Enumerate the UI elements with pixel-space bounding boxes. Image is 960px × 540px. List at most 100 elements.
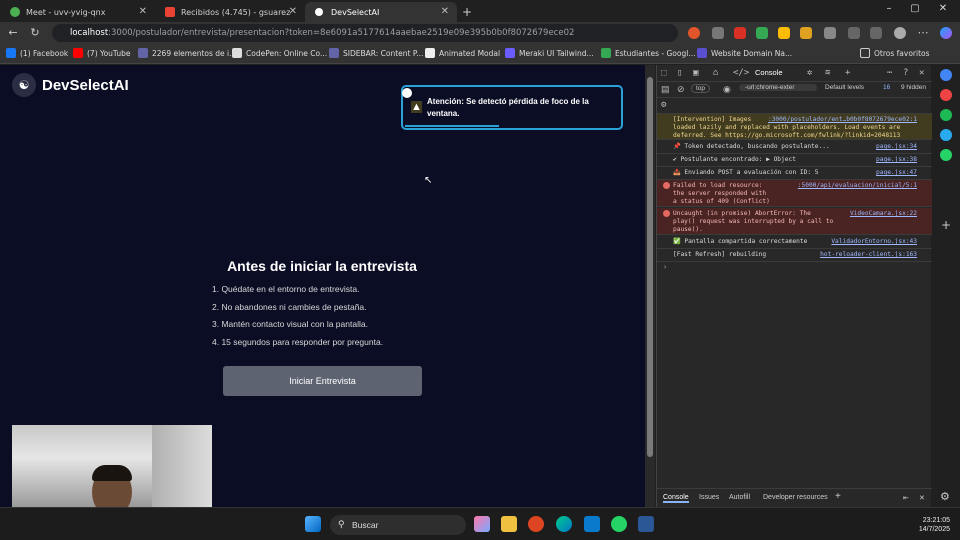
error-icon (663, 210, 670, 217)
elements-icon[interactable]: </> (733, 68, 749, 78)
windows-start-icon[interactable] (305, 516, 321, 532)
context-select[interactable]: top (691, 84, 711, 93)
settings-gear-icon[interactable]: ⚙ (661, 100, 666, 110)
spotify-icon[interactable] (940, 109, 952, 121)
drawer-tab-issues[interactable]: Issues (699, 494, 719, 501)
address-bar[interactable]: localhost:3000/postulador/entrevista/pre… (52, 24, 678, 42)
extension-icon[interactable] (756, 27, 768, 39)
drawer-tab-autofill[interactable]: Autofill (729, 494, 750, 501)
console-settings-row: ⚙ (657, 98, 932, 114)
toast-message: Atención: Se detectó pérdida de foco de … (427, 97, 589, 118)
inspect-icon[interactable]: ⬚ (661, 68, 666, 78)
message-source-link[interactable]: :3000/postulador/ent…b0b0f8072679ece02:1 (768, 116, 917, 124)
message-source-link[interactable]: page.jsx:38 (876, 156, 917, 164)
tab-gmail[interactable]: Recibidos (4.745) - gsuareza3@u ✕ (155, 2, 305, 22)
message-source-link[interactable]: hot-reloader-client.js:163 (820, 251, 917, 259)
sidebar-app-icon[interactable] (940, 89, 952, 101)
page-scrollbar[interactable] (645, 65, 655, 507)
close-devtools-icon[interactable]: ✕ (919, 68, 924, 78)
more-options-icon[interactable]: ⋯ (887, 68, 892, 78)
bookmark-item[interactable]: SIDEBAR: Content P... (329, 48, 423, 58)
device-toolbar-icon[interactable]: ▯ (677, 68, 682, 78)
dock-icon[interactable]: ▣ (693, 68, 698, 78)
help-icon[interactable]: ? (903, 68, 908, 78)
issues-count[interactable]: 16 (883, 84, 890, 91)
add-drawer-tab-icon[interactable]: + (835, 491, 841, 502)
rules-list: 1. Quédate en el entorno de entrevista. … (212, 284, 432, 354)
tab-console[interactable]: Console (755, 68, 783, 77)
sidebar-toggle-icon[interactable]: ▤ (661, 84, 670, 95)
bookmark-item[interactable]: Estudiantes - Googl... (601, 48, 695, 58)
taskbar-search[interactable]: ⚲ Buscar (330, 515, 466, 535)
maximize-icon[interactable]: ▢ (902, 3, 928, 14)
profile-avatar[interactable] (894, 27, 906, 39)
console-prompt-icon[interactable]: › (663, 263, 667, 271)
drawer-tab-console[interactable]: Console (663, 494, 689, 503)
sidebar-settings-icon[interactable]: ⚙ (940, 490, 950, 503)
message-source-link[interactable]: page.jsx:34 (876, 143, 917, 151)
bookmark-item[interactable]: (1) Facebook (6, 48, 68, 58)
add-sidebar-app-icon[interactable]: + (941, 218, 951, 232)
minimize-icon[interactable]: – (876, 3, 902, 14)
bookmark-item[interactable]: Meraki UI Tailwind... (505, 48, 594, 58)
drawer-tab-developer-resources[interactable]: Developer resources (763, 494, 828, 501)
extension-icon[interactable] (712, 27, 724, 39)
message-source-link[interactable]: page.jsx:47 (876, 169, 917, 177)
bookmark-item[interactable]: Website Domain Na... (697, 48, 792, 58)
sources-icon[interactable]: ✲ (807, 68, 812, 78)
opera-icon[interactable] (528, 516, 544, 532)
close-drawer-icon[interactable]: ✕ (919, 494, 925, 502)
message-source-link[interactable]: VideoCamara.jsx:22 (850, 210, 917, 218)
close-tab-icon[interactable]: ✕ (441, 6, 449, 17)
brand-logo[interactable]: ☯ DevSelectAI (12, 73, 129, 97)
message-source-link[interactable]: ValidadorEntorno.jsx:43 (831, 238, 917, 246)
network-icon[interactable]: ≋ (825, 68, 830, 78)
close-window-icon[interactable]: ✕ (930, 3, 956, 14)
add-tool-icon[interactable]: + (845, 68, 850, 78)
edge-browser-icon[interactable] (556, 516, 572, 532)
hidden-count: 9 hidden (901, 84, 926, 91)
tab-devselectai[interactable]: DevSelectAI ✕ (305, 2, 457, 22)
close-tab-icon[interactable]: ✕ (139, 6, 147, 17)
collections-icon[interactable] (870, 27, 882, 39)
bookmark-item[interactable]: 2269 elementos de i... (138, 48, 236, 58)
live-expression-icon[interactable]: ◉ (723, 84, 731, 95)
reload-icon[interactable]: ↻ (28, 26, 42, 40)
dock-drawer-icon[interactable]: ⇤ (903, 494, 909, 502)
telegram-icon[interactable] (940, 129, 952, 141)
taskbar-clock[interactable]: 23:21:05 14/7/2025 (900, 516, 950, 534)
bookmark-item[interactable]: CodePen: Online Co... (232, 48, 327, 58)
extension-icon[interactable] (688, 27, 700, 39)
new-tab-button[interactable]: + (458, 2, 478, 22)
bookmark-item[interactable]: (7) YouTube (73, 48, 131, 58)
log-levels-select[interactable]: Default levels (825, 84, 864, 91)
file-explorer-icon[interactable] (501, 516, 517, 532)
other-favorites[interactable]: Otros favoritos (860, 48, 930, 58)
whatsapp-icon[interactable] (940, 149, 952, 161)
favorites-icon[interactable] (848, 27, 860, 39)
clock-date: 14/7/2025 (918, 526, 950, 533)
word-icon[interactable] (638, 516, 654, 532)
extensions-puzzle-icon[interactable] (824, 27, 836, 39)
whatsapp-app-icon[interactable] (611, 516, 627, 532)
message-source-link[interactable]: :5000/api/evaluacion/inicial/5:1 (798, 182, 917, 190)
extension-icon[interactable] (778, 27, 790, 39)
more-menu-icon[interactable]: ⋯ (916, 26, 930, 40)
tab-meet[interactable]: Meet - uvv-yvig-qnx ✕ (0, 2, 155, 22)
clear-console-icon[interactable]: ⊘ (677, 84, 685, 95)
bookmark-item[interactable]: Animated Modal (425, 48, 500, 58)
copilot-app-icon[interactable] (474, 516, 490, 532)
search-sidebar-icon[interactable] (940, 69, 952, 81)
scrollbar-thumb[interactable] (647, 77, 653, 457)
copilot-icon[interactable] (940, 27, 952, 39)
extension-icon[interactable] (800, 27, 812, 39)
console-filter-input[interactable]: -url:chrome-exter (739, 84, 817, 91)
start-interview-button[interactable]: Iniciar Entrevista (223, 366, 422, 396)
browser-tab-bar: Meet - uvv-yvig-qnx ✕ Recibidos (4.745) … (0, 0, 960, 22)
back-icon[interactable]: ← (6, 26, 20, 40)
extension-icon[interactable] (734, 27, 746, 39)
vscode-icon[interactable] (584, 516, 600, 532)
welcome-icon[interactable]: ⌂ (713, 68, 718, 78)
console-message-warn: [Intervention] Images loaded lazily and … (657, 114, 932, 140)
close-tab-icon[interactable]: ✕ (289, 6, 297, 17)
